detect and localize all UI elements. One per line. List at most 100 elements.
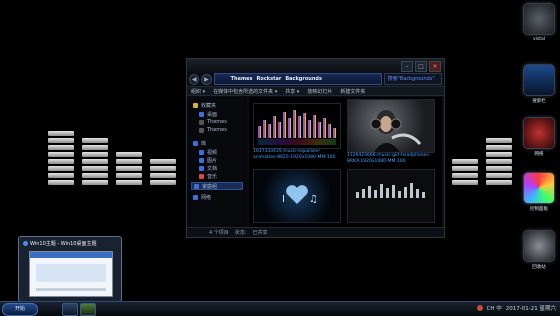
homegroup-icon: [194, 183, 199, 189]
equalizer-segment: [82, 166, 108, 171]
equalizer-segment: [116, 180, 142, 185]
gadget-media[interactable]: 搜索栏: [519, 64, 559, 104]
computer-icon: [523, 3, 555, 35]
gadget-control-panel[interactable]: 控制面板: [519, 172, 559, 212]
nav-homegroup[interactable]: 家庭组: [191, 182, 243, 190]
equalizer-segment: [486, 173, 512, 178]
folder-icon: [199, 119, 204, 125]
nav-item-desktop[interactable]: 桌面: [199, 110, 217, 118]
include-in-library-button[interactable]: 在媒体中包含所选的文件夹 ▾: [213, 88, 277, 95]
gadget-recycle-bin[interactable]: 回收站: [519, 230, 559, 270]
equalizer-segment: [452, 180, 478, 185]
taskbar: 开始 CH 中 2017-01-21 星期六: [0, 301, 560, 316]
navigation-pane: 收藏夹 桌面 Themes Themes 库 视频 图片 文档 音乐 家庭组 网…: [187, 97, 247, 227]
gadget-network[interactable]: 网络: [519, 117, 559, 157]
window-titlebar[interactable]: – □ ×: [187, 59, 444, 73]
clock[interactable]: 2017-01-21 星期六: [506, 304, 556, 312]
breadcrumb-item[interactable]: Backgrounds: [285, 76, 322, 82]
file-list: 1037333435-music-equalizer-animation-862…: [249, 97, 442, 227]
video-icon: [199, 149, 204, 155]
nav-network[interactable]: 网络: [193, 193, 211, 201]
nav-item-documents[interactable]: 文档: [199, 164, 217, 172]
music-icon: [199, 173, 204, 179]
equalizer-segment: [452, 173, 478, 178]
explorer-window[interactable]: – □ × ◀ ▶ Themes Rockstar Backgrounds 搜索…: [186, 58, 445, 238]
system-tray: CH 中 2017-01-21 星期六: [476, 304, 556, 312]
headphones-girl-image: [370, 110, 422, 152]
status-label: 状态:: [234, 230, 247, 236]
file-name[interactable]: 1126423666-music-girl-headphones-8RKX-19…: [347, 153, 433, 164]
taskbar-preview[interactable]: Win10主题 - Win10桌面主题: [18, 236, 122, 302]
desktop-icon: [199, 111, 204, 117]
equalizer-segment: [48, 145, 74, 150]
breadcrumb-item[interactable]: Rockstar: [257, 76, 282, 82]
file-thumbnail-equalizer[interactable]: [253, 103, 341, 149]
nav-item-themes[interactable]: Themes: [199, 118, 227, 126]
back-icon[interactable]: ◀: [189, 73, 200, 85]
equalizer-segment: [116, 173, 142, 178]
equalizer-bar-1: [48, 125, 74, 185]
slideshow-button[interactable]: 放映幻灯片: [307, 88, 332, 95]
star-icon: [193, 102, 198, 108]
breadcrumb-item[interactable]: Themes: [231, 76, 253, 82]
organize-button[interactable]: 组织 ▾: [191, 88, 205, 95]
equalizer-segment: [48, 159, 74, 164]
close-icon[interactable]: ×: [429, 61, 441, 72]
equalizer-segment: [82, 152, 108, 157]
equalizer-segment: [48, 173, 74, 178]
equalizer-bar-6: [486, 135, 512, 185]
equalizer-segment: [150, 173, 176, 178]
command-bar: 组织 ▾ 在媒体中包含所选的文件夹 ▾ 共享 ▾ 放映幻灯片 新建文件夹: [187, 86, 444, 96]
svg-text:I: I: [282, 194, 285, 205]
equalizer-segment: [116, 166, 142, 171]
equalizer-bar-2: [82, 135, 108, 185]
nav-libraries[interactable]: 库: [193, 139, 206, 147]
equalizer-segment: [82, 180, 108, 185]
equalizer-segment: [486, 180, 512, 185]
recycle-bin-icon: [523, 230, 555, 262]
file-thumbnail-heart-music[interactable]: I ♫: [253, 169, 341, 223]
start-button[interactable]: 开始: [2, 303, 38, 316]
nav-item-themes-2[interactable]: Themes: [199, 126, 227, 134]
equalizer-segment: [452, 159, 478, 164]
equalizer-segment: [82, 145, 108, 150]
minimize-icon[interactable]: –: [401, 61, 413, 72]
address-bar: ◀ ▶ Themes Rockstar Backgrounds 搜索"Backg…: [189, 73, 443, 85]
nav-item-pictures[interactable]: 图片: [199, 156, 217, 164]
dark-equalizer-image: [356, 183, 425, 198]
equalizer-segment: [116, 152, 142, 157]
file-thumbnail-headphones[interactable]: [347, 99, 435, 153]
preview-title: Win10主题 - Win10桌面主题: [23, 240, 97, 247]
picture-icon: [199, 157, 204, 163]
file-thumbnail-dark-equalizer[interactable]: [347, 169, 435, 223]
share-button[interactable]: 共享 ▾: [285, 88, 299, 95]
search-input[interactable]: 搜索"Backgrounds": [383, 73, 443, 85]
breadcrumb[interactable]: Themes Rockstar Backgrounds: [213, 73, 382, 85]
nav-item-music[interactable]: 音乐: [199, 172, 217, 180]
equalizer-bar-5: [452, 157, 478, 185]
network-icon: [193, 194, 198, 200]
gadget-computer[interactable]: vistal: [519, 3, 559, 42]
library-icon: [193, 140, 198, 146]
file-name[interactable]: 1037333435-music-equalizer-animation-862…: [253, 149, 339, 160]
nav-item-videos[interactable]: 视频: [199, 148, 217, 156]
equalizer-segment: [82, 138, 108, 143]
equalizer-segment: [150, 180, 176, 185]
equalizer-segment: [486, 159, 512, 164]
equalizer-icon: [523, 64, 555, 96]
taskbar-app-explorer[interactable]: [80, 303, 96, 316]
taskbar-app-browser[interactable]: [62, 303, 78, 316]
equalizer-segment: [486, 138, 512, 143]
status-bar: 4 个项目 状态: 已共享: [187, 227, 444, 237]
maximize-icon[interactable]: □: [415, 61, 427, 72]
equalizer-segment: [48, 180, 74, 185]
new-folder-button[interactable]: 新建文件夹: [340, 88, 365, 95]
nav-favorites[interactable]: 收藏夹: [193, 101, 216, 109]
forward-icon[interactable]: ▶: [201, 73, 212, 85]
equalizer-segment: [82, 159, 108, 164]
equalizer-segment: [116, 159, 142, 164]
folder-icon: [199, 127, 204, 133]
tray-language[interactable]: CH 中: [487, 304, 502, 312]
tray-icon[interactable]: [476, 305, 483, 311]
browser-icon: [23, 241, 28, 246]
